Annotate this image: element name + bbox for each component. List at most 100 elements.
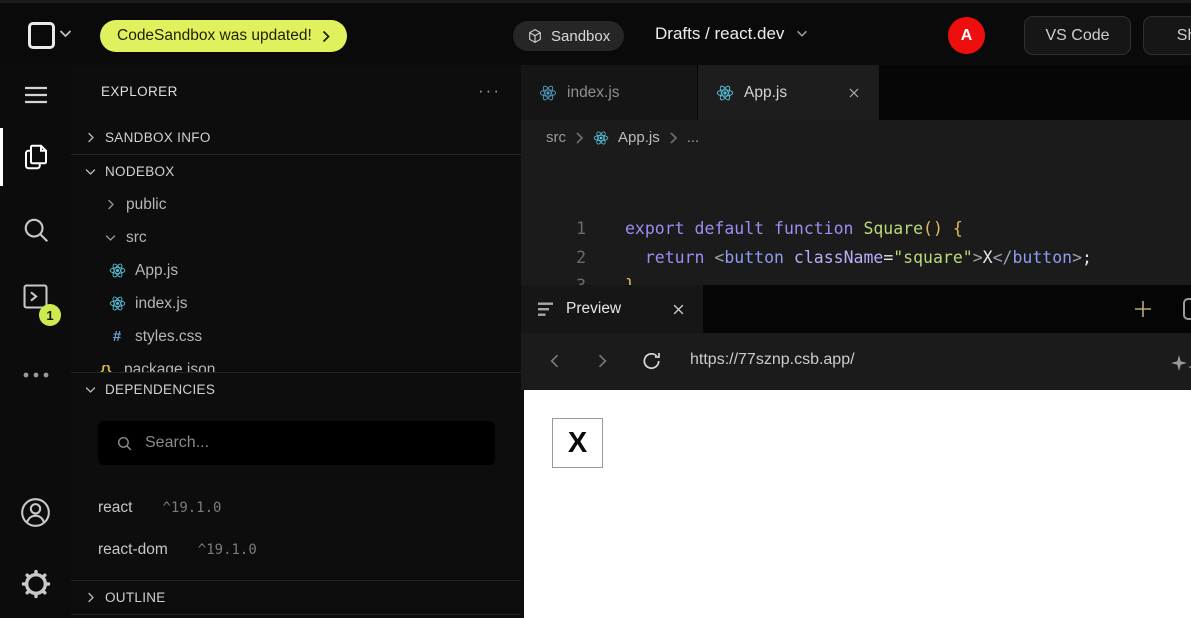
workspace-logo-icon[interactable]: [28, 22, 55, 49]
chevron-right-icon: [83, 590, 98, 605]
section-nodebox[interactable]: NODEBOX: [71, 155, 521, 188]
vscode-button-label: VS Code: [1045, 27, 1109, 45]
preview-page: X: [521, 390, 1191, 618]
section-outline[interactable]: OUTLINE: [71, 581, 521, 614]
dependency-search-input[interactable]: [145, 434, 445, 452]
breadcrumb[interactable]: src App.js ...: [521, 120, 1191, 155]
forward-button[interactable]: [592, 350, 612, 372]
square-button[interactable]: X: [552, 418, 603, 468]
search-icon: [21, 215, 51, 245]
section-label: OUTLINE: [105, 590, 166, 605]
square-button-label: X: [568, 427, 587, 460]
section-dependencies[interactable]: DEPENDENCIES: [71, 373, 521, 406]
package-row[interactable]: react-dom^19.1.0: [98, 537, 501, 563]
tab-label: index.js: [567, 84, 620, 102]
cube-icon: [527, 28, 543, 44]
tab-label: App.js: [744, 84, 787, 102]
add-pane-button[interactable]: [1131, 297, 1155, 321]
avatar[interactable]: A: [948, 17, 985, 54]
layout-button[interactable]: [1183, 298, 1191, 320]
hamburger-icon: [24, 86, 48, 104]
tree-item-public[interactable]: public: [71, 188, 521, 221]
explorer-menu-button[interactable]: ···: [478, 81, 501, 101]
files-icon: [21, 142, 51, 172]
settings-button[interactable]: [0, 556, 71, 612]
account-button[interactable]: [0, 484, 71, 540]
dependency-search[interactable]: [98, 421, 495, 465]
more-views-button[interactable]: [0, 347, 71, 403]
tree-item-label: App.js: [135, 262, 178, 280]
chevron-right-icon: [103, 197, 118, 212]
tree-item-index-js[interactable]: index.js: [71, 287, 521, 320]
avatar-initial: A: [961, 27, 973, 45]
react-file-icon: [593, 130, 609, 146]
share-button-label: Sha: [1177, 27, 1191, 45]
workspace-breadcrumb[interactable]: Drafts / react.dev: [655, 24, 808, 44]
update-banner-button[interactable]: CodeSandbox was updated!: [100, 20, 347, 52]
chevron-right-icon: [575, 131, 584, 145]
share-button[interactable]: Sha: [1143, 16, 1191, 55]
workspace-chevron-down-icon[interactable]: [59, 29, 72, 38]
tab-label: Preview: [566, 300, 621, 318]
terminal-badge-count: 1: [46, 308, 53, 323]
preview-tab-bar: Preview: [521, 285, 1191, 333]
menu-button[interactable]: [0, 67, 71, 123]
code-line: 2 return <button className="square">X</b…: [521, 244, 1191, 273]
chevron-down-icon: [83, 382, 98, 397]
package-version: ^19.1.0: [162, 500, 221, 516]
tab-app-js[interactable]: App.js: [698, 65, 879, 120]
chevron-right-icon: [669, 131, 678, 145]
person-icon: [19, 496, 52, 529]
preview-lines-icon: [538, 302, 555, 317]
chevron-down-icon: [103, 230, 118, 245]
back-button[interactable]: [545, 350, 565, 372]
chevron-right-icon: [83, 130, 98, 145]
react-file-icon: [108, 295, 126, 312]
chevron-right-icon: [322, 30, 330, 43]
react-file-icon: [539, 84, 557, 102]
url-bar[interactable]: https://77sznp.csb.app/: [690, 351, 855, 369]
tab-preview[interactable]: Preview: [521, 285, 703, 333]
sandbox-type-badge[interactable]: Sandbox: [513, 21, 624, 51]
editor-tab-bar: index.js App.js: [521, 65, 1191, 120]
preview-close-button[interactable]: [671, 302, 686, 317]
ellipsis-icon: [23, 372, 49, 378]
section-sandbox-info[interactable]: SANDBOX INFO: [71, 121, 521, 154]
breadcrumb-more[interactable]: ...: [687, 129, 700, 146]
search-view-button[interactable]: [0, 202, 71, 258]
terminal-badge: 1: [39, 304, 61, 326]
explorer-title: EXPLORER: [101, 84, 178, 99]
tree-item-label: src: [126, 229, 147, 247]
code-editor[interactable]: 1export default function Square() {2 ret…: [521, 155, 1191, 285]
workspace-breadcrumb-label: Drafts / react.dev: [655, 24, 784, 44]
activity-bar: 1: [0, 65, 71, 618]
tree-item-label: public: [126, 196, 167, 214]
tree-item-label: index.js: [135, 295, 188, 313]
package-name: react: [98, 499, 132, 517]
browser-controls: https://77sznp.csb.app/: [521, 333, 1191, 390]
chevron-down-icon: [83, 164, 98, 179]
react-file-icon: [716, 84, 734, 102]
open-in-vscode-button[interactable]: VS Code: [1024, 16, 1131, 55]
chevron-right-icon: [592, 350, 612, 372]
tree-item-label: styles.css: [135, 328, 202, 346]
tab-close-button[interactable]: [847, 86, 861, 100]
tree-item-src[interactable]: src: [71, 221, 521, 254]
sandbox-badge-label: Sandbox: [551, 28, 610, 45]
refresh-button[interactable]: [640, 349, 663, 373]
tree-item-app-js[interactable]: App.js: [71, 254, 521, 287]
breadcrumb-file[interactable]: App.js: [618, 129, 660, 146]
line-number: 2: [521, 244, 625, 273]
package-version: ^19.1.0: [198, 542, 257, 558]
tree-item-styles-css[interactable]: # styles.css: [71, 320, 521, 353]
package-row[interactable]: react ^19.1.0: [98, 495, 501, 521]
close-icon: [847, 86, 861, 100]
breadcrumb-folder[interactable]: src: [546, 129, 566, 146]
plus-icon: [1131, 297, 1155, 321]
explorer-view-button[interactable]: [0, 129, 71, 185]
chevron-left-icon: [545, 350, 565, 372]
section-label: DEPENDENCIES: [105, 382, 215, 397]
explorer-panel: EXPLORER ··· SANDBOX INFO NODEBOX public…: [71, 65, 521, 618]
tab-index-js[interactable]: index.js: [521, 65, 698, 120]
sparkle-icon[interactable]: [1169, 354, 1191, 374]
